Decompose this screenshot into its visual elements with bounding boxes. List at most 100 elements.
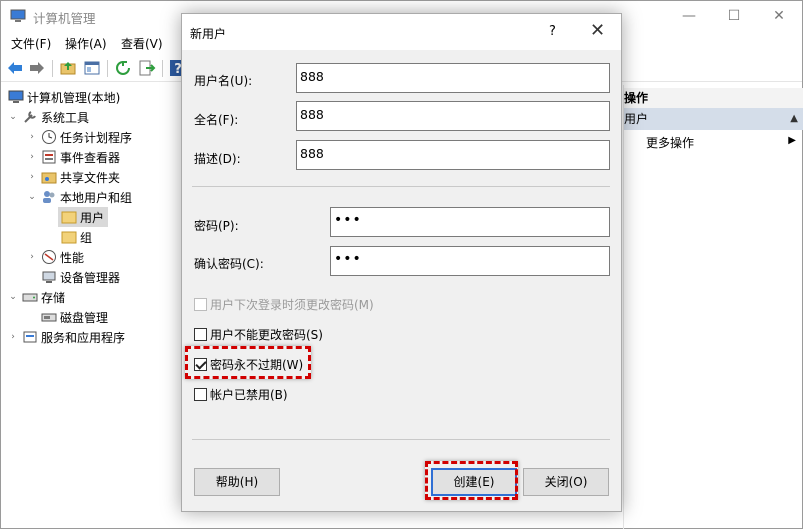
up-folder-icon[interactable] — [59, 59, 77, 77]
tree-label: 计算机管理(本地) — [27, 90, 121, 105]
tree-label: 任务计划程序 — [60, 130, 133, 145]
menu-action[interactable]: 操作(A) — [65, 35, 107, 52]
tree-label: 设备管理器 — [60, 270, 121, 285]
shared-folder-icon — [41, 172, 57, 184]
fullname-field[interactable]: 888 — [296, 101, 610, 131]
tree-item-disk-management[interactable]: 磁盘管理 — [38, 307, 108, 327]
collapse-up-icon[interactable]: ▲ — [790, 108, 798, 130]
separator — [192, 186, 610, 187]
chevron-down-icon[interactable]: ⌄ — [26, 192, 38, 202]
tree-label: 用户 — [80, 210, 105, 225]
checkbox[interactable] — [194, 328, 207, 341]
cannot-change-password-option[interactable]: 用户不能更改密码(S) — [194, 326, 323, 343]
computer-management-icon — [8, 90, 24, 103]
clock-icon — [42, 130, 56, 144]
option-label: 用户不能更改密码(S) — [210, 328, 323, 342]
event-viewer-icon — [42, 150, 56, 164]
checkbox[interactable] — [194, 388, 207, 401]
tree-item-system-tools[interactable]: ⌄ 系统工具 — [7, 107, 89, 127]
toolbar-separator — [107, 60, 108, 77]
menu-view[interactable]: 查看(V) — [121, 35, 163, 52]
option-label: 帐户已禁用(B) — [210, 388, 288, 402]
tree-item-event-viewer[interactable]: › 事件查看器 — [26, 147, 120, 167]
option-label: 用户下次登录时须更改密码(M) — [210, 298, 374, 312]
must-change-password-option: 用户下次登录时须更改密码(M) — [194, 296, 374, 313]
tree-label: 系统工具 — [41, 110, 90, 125]
password-label: 密码(P): — [194, 219, 239, 233]
maximize-button[interactable]: ☐ — [712, 5, 756, 27]
tree-label: 组 — [80, 230, 93, 245]
option-label: 密码永不过期(W) — [210, 358, 304, 372]
chevron-right-icon[interactable]: › — [26, 252, 38, 262]
performance-icon — [42, 250, 56, 264]
close-window-button[interactable]: ✕ — [757, 5, 801, 27]
chevron-down-icon[interactable]: ⌄ — [7, 292, 19, 302]
submenu-arrow-icon[interactable]: ▶ — [788, 135, 796, 146]
show-hide-tree-icon[interactable] — [83, 59, 101, 77]
menu-file[interactable]: 文件(F) — [11, 35, 51, 52]
description-field[interactable]: 888 — [296, 140, 610, 170]
tree-item-services-apps[interactable]: › 服务和应用程序 — [7, 327, 125, 347]
chevron-right-icon[interactable]: › — [26, 172, 38, 182]
tree-label: 性能 — [60, 250, 85, 265]
tree-label: 服务和应用程序 — [41, 330, 126, 345]
help-button[interactable]: 帮助(H) — [194, 468, 280, 496]
chevron-right-icon[interactable]: › — [26, 152, 38, 162]
toolbar-separator — [52, 60, 53, 77]
dialog-title: 新用户 — [190, 27, 227, 41]
console-tree: 计算机管理(本地) ⌄ 系统工具 › 任务计划程序 › 事件查看器 › 共享文件… — [1, 85, 181, 529]
password-never-expires-option[interactable]: 密码永不过期(W) — [194, 356, 303, 373]
actions-header: 操作 — [624, 88, 803, 108]
back-arrow-icon[interactable] — [6, 59, 24, 77]
tree-item-performance[interactable]: › 性能 — [26, 247, 84, 267]
tree-item-task-scheduler[interactable]: › 任务计划程序 — [26, 127, 132, 147]
tree-label: 事件查看器 — [60, 150, 121, 165]
forward-arrow-icon[interactable] — [28, 59, 46, 77]
disk-icon — [41, 313, 57, 322]
services-icon — [23, 331, 37, 343]
tree-item-device-manager[interactable]: 设备管理器 — [38, 267, 120, 287]
tree-label: 本地用户和组 — [60, 190, 133, 205]
users-icon — [43, 191, 55, 203]
minimize-button[interactable]: — — [667, 5, 711, 27]
password-field[interactable]: ••• — [330, 207, 610, 237]
tree-label: 共享文件夹 — [60, 170, 121, 185]
chevron-down-icon[interactable]: ⌄ — [7, 112, 19, 122]
create-button[interactable]: 创建(E) — [431, 468, 517, 496]
confirm-password-label: 确认密码(C): — [194, 257, 264, 271]
actions-section-users[interactable]: 用户 ▲ — [624, 108, 803, 130]
username-field[interactable]: 888 — [296, 63, 610, 93]
window-title: 计算机管理 — [33, 11, 96, 26]
tree-item-local-users-groups[interactable]: ⌄ 本地用户和组 — [26, 187, 132, 207]
folder-icon — [61, 231, 77, 244]
confirm-password-field[interactable]: ••• — [330, 246, 610, 276]
checkbox-checked[interactable] — [194, 358, 207, 371]
refresh-icon[interactable] — [114, 59, 132, 77]
new-user-dialog: 新用户 ? ✕ 用户名(U): 888 全名(F): 888 描述(D): 88… — [181, 13, 622, 512]
tree-item-users[interactable]: 用户 — [58, 207, 109, 227]
close-button[interactable]: 关闭(O) — [523, 468, 609, 496]
description-label: 描述(D): — [194, 152, 241, 166]
account-disabled-option[interactable]: 帐户已禁用(B) — [194, 386, 288, 403]
dialog-title-bar: 新用户 ? ✕ — [182, 14, 621, 50]
more-actions-link[interactable]: 更多操作 — [646, 134, 694, 151]
export-icon[interactable] — [138, 59, 156, 77]
username-label: 用户名(U): — [194, 74, 253, 88]
actions-section-label: 用户 — [624, 112, 649, 126]
tree-item-storage[interactable]: ⌄ 存储 — [7, 287, 65, 307]
tree-item-root[interactable]: 计算机管理(本地) — [5, 87, 120, 107]
tools-icon — [24, 111, 36, 123]
close-icon[interactable]: ✕ — [590, 20, 605, 41]
tree-item-groups[interactable]: 组 — [58, 227, 92, 247]
chevron-right-icon[interactable]: › — [7, 332, 19, 342]
storage-icon — [22, 293, 38, 302]
tree-label: 磁盘管理 — [60, 310, 109, 325]
chevron-right-icon[interactable]: › — [26, 132, 38, 142]
checkbox — [194, 298, 207, 311]
help-icon[interactable]: ? — [549, 24, 556, 39]
tree-label: 存储 — [41, 290, 66, 305]
folder-icon — [61, 211, 77, 224]
actions-pane: 操作 用户 ▲ 更多操作 ▶ — [623, 85, 803, 529]
fullname-label: 全名(F): — [194, 113, 239, 127]
tree-item-shared-folders[interactable]: › 共享文件夹 — [26, 167, 120, 187]
